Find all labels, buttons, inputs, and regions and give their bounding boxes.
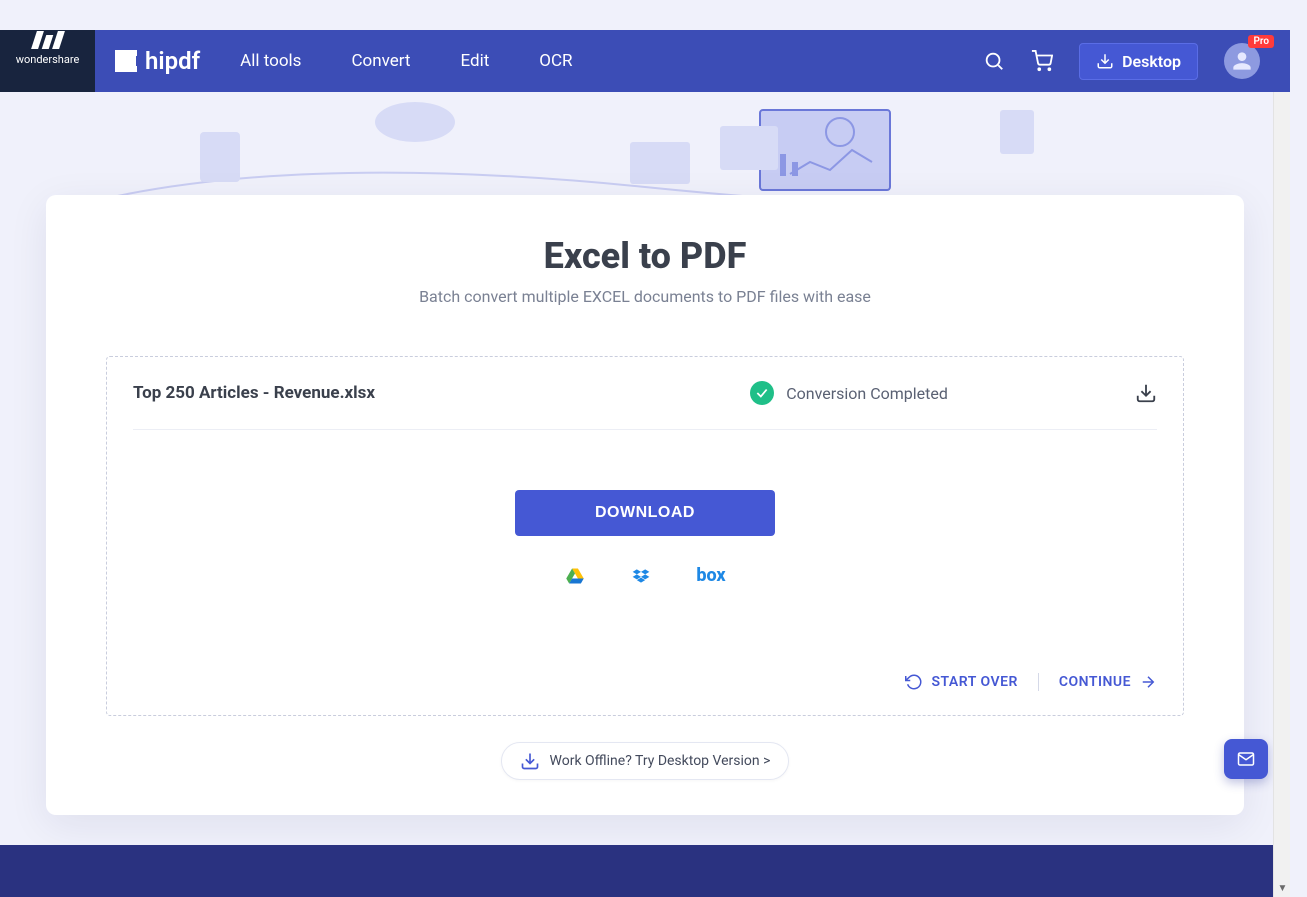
- nav-edit[interactable]: Edit: [460, 51, 489, 71]
- main-card: Excel to PDF Batch convert multiple EXCE…: [46, 195, 1244, 815]
- dropbox-icon[interactable]: [630, 566, 652, 586]
- nav-ocr[interactable]: OCR: [539, 51, 572, 71]
- offline-pill-label: Work Offline? Try Desktop Version >: [550, 753, 771, 769]
- continue-button[interactable]: CONTINUE: [1059, 673, 1157, 691]
- google-drive-icon[interactable]: [564, 566, 586, 586]
- nav-links: All tools Convert Edit OCR: [240, 51, 572, 71]
- desktop-button[interactable]: Desktop: [1079, 43, 1198, 80]
- file-row: Top 250 Articles - Revenue.xlsx Conversi…: [133, 357, 1157, 430]
- divider: [1038, 673, 1039, 691]
- decorative-band: [0, 92, 1290, 212]
- user-avatar[interactable]: Pro: [1224, 43, 1260, 79]
- hipdf-logo-icon: [115, 50, 137, 72]
- page-subtitle: Batch convert multiple EXCEL documents t…: [46, 287, 1244, 306]
- file-status-text: Conversion Completed: [786, 384, 948, 403]
- nav-right: Desktop Pro: [983, 43, 1290, 80]
- arrow-right-icon: [1139, 673, 1157, 691]
- search-icon[interactable]: [983, 50, 1005, 72]
- person-icon: [1229, 48, 1255, 74]
- navbar: hipdf All tools Convert Edit OCR Desktop: [95, 30, 1290, 92]
- hipdf-brand-label: hipdf: [145, 47, 200, 75]
- contact-mail-fab[interactable]: [1224, 739, 1268, 779]
- check-circle-icon: [750, 381, 774, 405]
- continue-label: CONTINUE: [1059, 674, 1131, 690]
- download-box-icon: [1096, 52, 1114, 70]
- box-icon[interactable]: box: [696, 566, 725, 586]
- file-name: Top 250 Articles - Revenue.xlsx: [133, 383, 563, 403]
- top-strip: [0, 0, 1290, 30]
- mail-icon: [1235, 750, 1257, 768]
- hipdf-brand[interactable]: hipdf: [115, 47, 200, 75]
- scroll-down-icon[interactable]: ▼: [1274, 880, 1291, 897]
- file-panel: Top 250 Articles - Revenue.xlsx Conversi…: [106, 356, 1184, 716]
- footer-band: [0, 845, 1290, 897]
- offline-desktop-pill[interactable]: Work Offline? Try Desktop Version >: [501, 742, 790, 780]
- start-over-label: START OVER: [931, 674, 1017, 690]
- nav-all-tools[interactable]: All tools: [240, 51, 301, 71]
- panel-footer-actions: START OVER CONTINUE: [905, 673, 1157, 691]
- undo-icon: [905, 673, 923, 691]
- vertical-scrollbar[interactable]: ▲ ▼: [1273, 0, 1290, 897]
- cart-icon[interactable]: [1031, 50, 1053, 72]
- cloud-save-row: box: [133, 566, 1157, 586]
- download-file-icon[interactable]: [1135, 382, 1157, 404]
- download-box-small-icon: [520, 751, 540, 771]
- start-over-button[interactable]: START OVER: [905, 673, 1017, 691]
- nav-convert[interactable]: Convert: [351, 51, 410, 71]
- pro-badge: Pro: [1248, 35, 1274, 48]
- desktop-button-label: Desktop: [1122, 52, 1181, 71]
- file-status: Conversion Completed: [563, 381, 1135, 405]
- page-title: Excel to PDF: [46, 235, 1244, 277]
- download-button[interactable]: DOWNLOAD: [515, 490, 775, 536]
- wondershare-label: wondershare: [16, 53, 80, 66]
